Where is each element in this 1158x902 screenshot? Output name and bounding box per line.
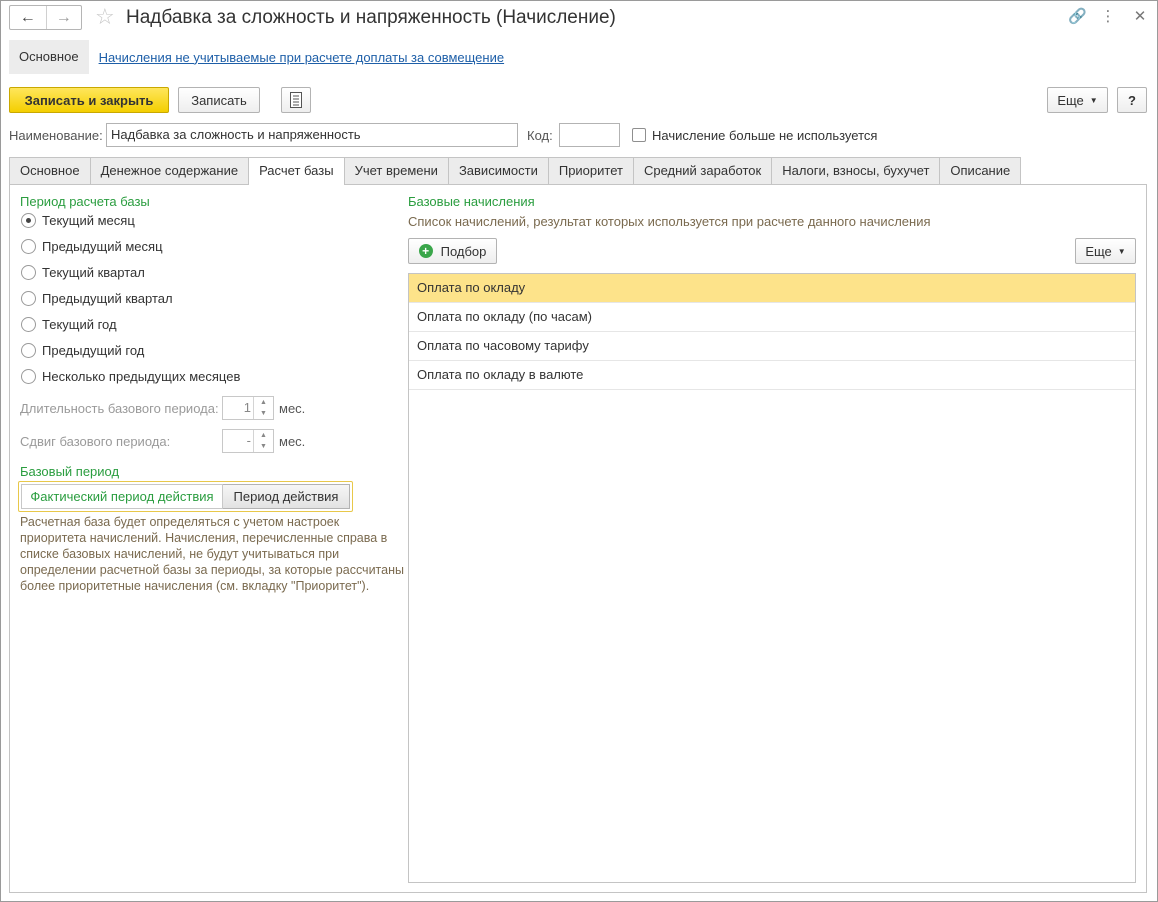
radio-current-month[interactable]: Текущий месяц — [21, 213, 135, 228]
save-button[interactable]: Записать — [178, 87, 260, 113]
toggle-action-period[interactable]: Период действия — [223, 484, 350, 509]
tab-main[interactable]: Основное — [9, 157, 91, 184]
title-actions: 🔗 ⋮ ✕ — [1068, 7, 1148, 27]
duration-stepper[interactable]: 1 ▲ ▼ — [222, 396, 274, 420]
list-item[interactable]: Оплата по окладу — [409, 274, 1135, 303]
link-icon[interactable]: 🔗 — [1068, 7, 1087, 27]
radio-label: Предыдущий квартал — [42, 291, 173, 306]
radio-button — [21, 239, 36, 254]
list-item[interactable]: Оплата по часовому тарифу — [409, 332, 1135, 361]
shift-value: - — [246, 433, 251, 448]
section-main[interactable]: Основное — [9, 40, 89, 74]
radio-button — [21, 265, 36, 280]
base-accruals-heading: Базовые начисления — [408, 194, 535, 209]
forward-arrow-icon[interactable]: → — [45, 6, 82, 29]
radio-label: Текущий месяц — [42, 213, 135, 228]
pick-button[interactable]: + Подбор — [408, 238, 497, 264]
radio-label: Текущий год — [42, 317, 117, 332]
radio-several-months[interactable]: Несколько предыдущих месяцев — [21, 369, 240, 384]
tab-base-calculation[interactable]: Расчет базы — [248, 157, 345, 185]
stepper-arrows-icon[interactable]: ▲ ▼ — [253, 430, 273, 452]
radio-previous-year[interactable]: Предыдущий год — [21, 343, 144, 358]
unused-checkbox[interactable] — [632, 128, 646, 142]
radio-label: Несколько предыдущих месяцев — [42, 369, 241, 384]
chevron-down-icon: ▼ — [1089, 95, 1098, 105]
section-nav: Основное Начисления не учитываемые при р… — [9, 40, 504, 74]
radio-label: Предыдущий год — [42, 343, 145, 358]
document-list-icon — [290, 92, 302, 108]
name-field[interactable]: Надбавка за сложность и напряженность — [106, 123, 518, 147]
history-nav: ← → — [9, 5, 82, 30]
list-item[interactable]: Оплата по окладу в валюте — [409, 361, 1135, 390]
radio-previous-month[interactable]: Предыдущий месяц — [21, 239, 163, 254]
tab-priority[interactable]: Приоритет — [547, 157, 634, 184]
stepper-arrows-icon[interactable]: ▲ ▼ — [253, 397, 273, 419]
code-field[interactable] — [559, 123, 620, 147]
radio-button — [21, 317, 36, 332]
tab-bar: Основное Денежное содержание Расчет базы… — [9, 157, 1022, 185]
more-button[interactable]: Еще ▼ — [1047, 87, 1108, 113]
report-icon[interactable] — [281, 87, 311, 113]
radio-button — [21, 291, 36, 306]
radio-previous-quarter[interactable]: Предыдущий квартал — [21, 291, 173, 306]
calculation-note: Расчетная база будет определяться с учет… — [20, 515, 404, 593]
base-accruals-list: Оплата по окладу Оплата по окладу (по ча… — [408, 273, 1136, 883]
shift-stepper[interactable]: - ▲ ▼ — [222, 429, 274, 453]
base-period-heading: Базовый период — [20, 464, 120, 479]
code-label: Код: — [527, 128, 553, 143]
favorite-star-icon[interactable]: ☆ — [95, 5, 115, 29]
list-more-label: Еще — [1085, 243, 1112, 259]
back-arrow-icon[interactable]: ← — [10, 6, 46, 29]
add-icon: + — [418, 244, 433, 258]
period-heading: Период расчета базы — [20, 194, 150, 209]
tab-monetary-content[interactable]: Денежное содержание — [89, 157, 250, 184]
radio-current-quarter[interactable]: Текущий квартал — [21, 265, 145, 280]
name-label: Наименование: — [9, 128, 103, 143]
duration-unit: мес. — [279, 401, 306, 416]
tab-taxes[interactable]: Налоги, взносы, бухучет — [771, 157, 941, 184]
radio-button — [21, 213, 36, 228]
close-icon[interactable]: ✕ — [1132, 7, 1148, 27]
radio-button — [21, 369, 36, 384]
list-more-button[interactable]: Еще ▼ — [1075, 238, 1136, 264]
tab-average-earnings[interactable]: Средний заработок — [632, 157, 773, 184]
title-bar: ← → ☆ Надбавка за сложность и напряженно… — [9, 5, 1148, 31]
save-and-close-button[interactable]: Записать и закрыть — [9, 87, 169, 113]
unused-label: Начисление больше не используется — [652, 128, 878, 143]
base-accruals-subtitle: Список начислений, результат которых исп… — [408, 214, 931, 229]
shift-unit: мес. — [279, 434, 306, 449]
chevron-down-icon: ▼ — [1117, 246, 1126, 256]
more-vertical-icon[interactable]: ⋮ — [1100, 7, 1116, 27]
duration-value: 1 — [243, 400, 251, 415]
tab-description[interactable]: Описание — [939, 157, 1022, 184]
toggle-actual-period[interactable]: Фактический период действия — [21, 484, 223, 509]
shift-label: Сдвиг базового периода: — [20, 434, 171, 449]
duration-label: Длительность базового периода: — [20, 401, 219, 416]
list-item[interactable]: Оплата по окладу (по часам) — [409, 303, 1135, 332]
radio-label: Предыдущий месяц — [42, 239, 163, 254]
radio-current-year[interactable]: Текущий год — [21, 317, 117, 332]
radio-label: Текущий квартал — [42, 265, 145, 280]
radio-button — [21, 343, 36, 358]
window-title: Надбавка за сложность и напряженность (Н… — [126, 7, 616, 28]
tab-time-tracking[interactable]: Учет времени — [343, 157, 449, 184]
more-button-label: Еще — [1057, 92, 1084, 108]
base-period-toggle: Фактический период действия Период дейст… — [18, 481, 353, 512]
help-button[interactable]: ? — [1117, 87, 1147, 113]
tab-dependencies[interactable]: Зависимости — [447, 157, 549, 184]
pick-button-label: Подбор — [440, 243, 487, 259]
section-link-excluded-accruals[interactable]: Начисления не учитываемые при расчете до… — [99, 50, 505, 65]
